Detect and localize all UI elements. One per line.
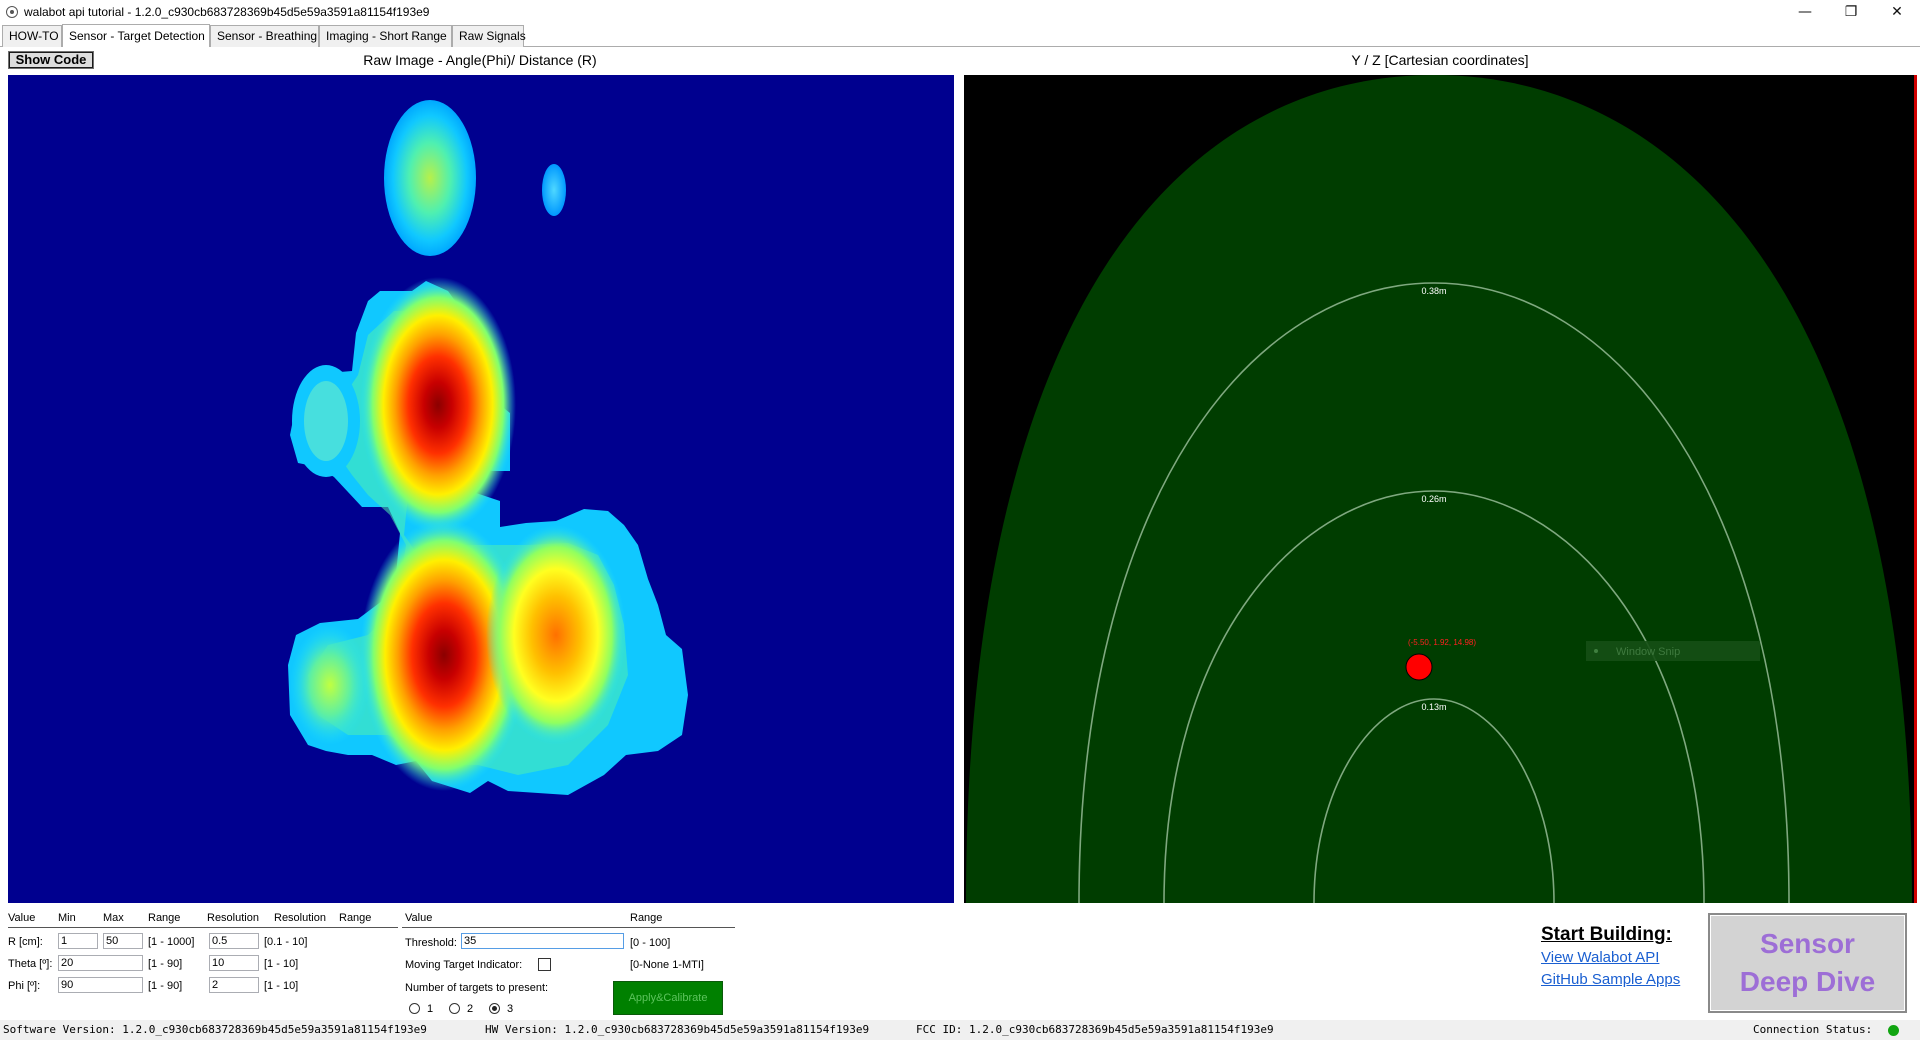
arena-header-rule [8,927,398,928]
targets-radio-1[interactable] [409,1003,420,1014]
cartesian-svg: 0.38m 0.26m 0.13m (-5.50, 1.92, 14.98) W… [966,75,1912,903]
threshold-input[interactable]: 35 [461,933,624,949]
theta-value-input[interactable]: 20 [58,955,143,971]
software-version: Software Version: 1.2.0_c930cb683728369b… [3,1023,427,1036]
arc-label-middle: 0.26m [1421,494,1446,504]
heatmap-svg [288,100,688,795]
r-resolution-range: [0.1 - 10] [264,936,308,948]
target-coordinates-label: (-5.50, 1.92, 14.98) [1408,638,1476,647]
app-icon [6,6,18,18]
detection-header-value: Value [405,912,433,924]
arena-header-range: Range [148,912,181,924]
phi-value-input[interactable]: 90 [58,977,143,993]
tab-raw-signals[interactable]: Raw Signals [452,25,526,47]
r-min-input[interactable]: 1 [58,933,98,949]
status-bar: Software Version: 1.2.0_c930cb683728369b… [0,1020,1920,1040]
hw-version: HW Version: 1.2.0_c930cb683728369b45d5e5… [485,1023,870,1036]
tab-strip: HOW-TO Sensor - Target Detection Sensor … [0,24,1920,47]
title-bar: walabot api tutorial - 1.2.0_c930cb68372… [0,0,1920,24]
r-resolution-input[interactable]: 0.5 [209,933,259,949]
plot-edge-indicator [1914,75,1917,903]
minimize-button[interactable]: — [1782,0,1828,24]
restore-button[interactable]: ❐ [1828,0,1874,24]
arena-header-resolution-2: Resolution [274,912,326,924]
window-title: walabot api tutorial - 1.2.0_c930cb68372… [24,5,430,19]
phi-label: Phi [º]: [8,980,41,992]
targets-radio-2-label: 2 [467,1003,474,1015]
raw-image-title: Raw Image - Angle(Phi)/ Distance (R) [363,52,597,68]
tab-how-to[interactable]: HOW-TO [2,25,62,47]
sensor-deep-dive-button[interactable]: Sensor Deep Dive [1708,913,1907,1013]
detection-field [966,75,1912,903]
theta-resolution-input[interactable]: 10 [209,955,259,971]
connection-status-indicator [1888,1025,1899,1036]
deep-dive-line-2: Deep Dive [1739,966,1876,997]
arena-header-max: Max [103,912,124,924]
phi-resolution-range: [1 - 10] [264,980,299,992]
targets-radio-3-label: 3 [507,1003,514,1015]
raw-image-heatmap [8,75,954,903]
cartesian-title: Y / Z [Cartesian coordinates] [1351,52,1529,68]
theta-resolution-range: [1 - 10] [264,958,299,970]
tab-imaging-short-range[interactable]: Imaging - Short Range [319,25,452,47]
detection-header-rule [402,927,735,928]
mti-checkbox[interactable] [538,958,551,971]
targets-radio-1-label: 1 [427,1003,434,1015]
targets-radio-3[interactable] [489,1003,500,1014]
r-range: [1 - 1000] [148,936,195,948]
show-code-button[interactable]: Show Code [8,51,94,69]
tab-sensor-target-detection[interactable]: Sensor - Target Detection [62,24,210,47]
arena-header-resolution: Resolution [207,912,259,924]
r-max-input[interactable]: 50 [103,933,143,949]
phi-range: [1 - 90] [148,980,183,992]
theta-label: Theta [º]: [8,958,53,970]
start-building-heading: Start Building: [1541,924,1672,945]
mti-range: [0-None 1-MTI] [630,959,704,971]
phi-resolution-input[interactable]: 2 [209,977,259,993]
close-button[interactable]: ✕ [1874,0,1920,24]
window-controls: — ❐ ✕ [1782,0,1920,24]
github-sample-apps-link[interactable]: GitHub Sample Apps [1541,971,1680,988]
arena-header-value: Value [8,912,36,924]
threshold-range: [0 - 100] [630,937,671,949]
connection-status-label: Connection Status: [1753,1023,1873,1036]
fcc-id: FCC ID: 1.2.0_c930cb683728369b45d5e59a35… [916,1023,1274,1036]
mti-label: Moving Target Indicator: [405,959,523,971]
deep-dive-line-1: Sensor [1760,928,1855,959]
arena-header-min: Min [58,912,76,924]
detection-header-range: Range [630,912,663,924]
arena-header-range-2: Range [339,912,372,924]
arc-label-inner: 0.13m [1421,702,1446,712]
apply-calibrate-button[interactable]: Apply&Calibrate [613,981,723,1015]
theta-range: [1 - 90] [148,958,183,970]
r-label: R [cm]: [8,936,43,948]
targets-radio-2[interactable] [449,1003,460,1014]
arc-label-outer: 0.38m [1421,286,1446,296]
targets-count-label: Number of targets to present: [405,982,549,994]
tab-sensor-breathing[interactable]: Sensor - Breathing [210,25,319,47]
threshold-label: Threshold: [405,937,457,949]
window-snip-icon [1594,649,1598,653]
window-snip-label: Window Snip [1616,646,1680,658]
target-marker [1405,653,1433,681]
cartesian-plot: 0.38m 0.26m 0.13m (-5.50, 1.92, 14.98) W… [964,75,1914,903]
view-walabot-api-link[interactable]: View Walabot API [1541,949,1659,966]
